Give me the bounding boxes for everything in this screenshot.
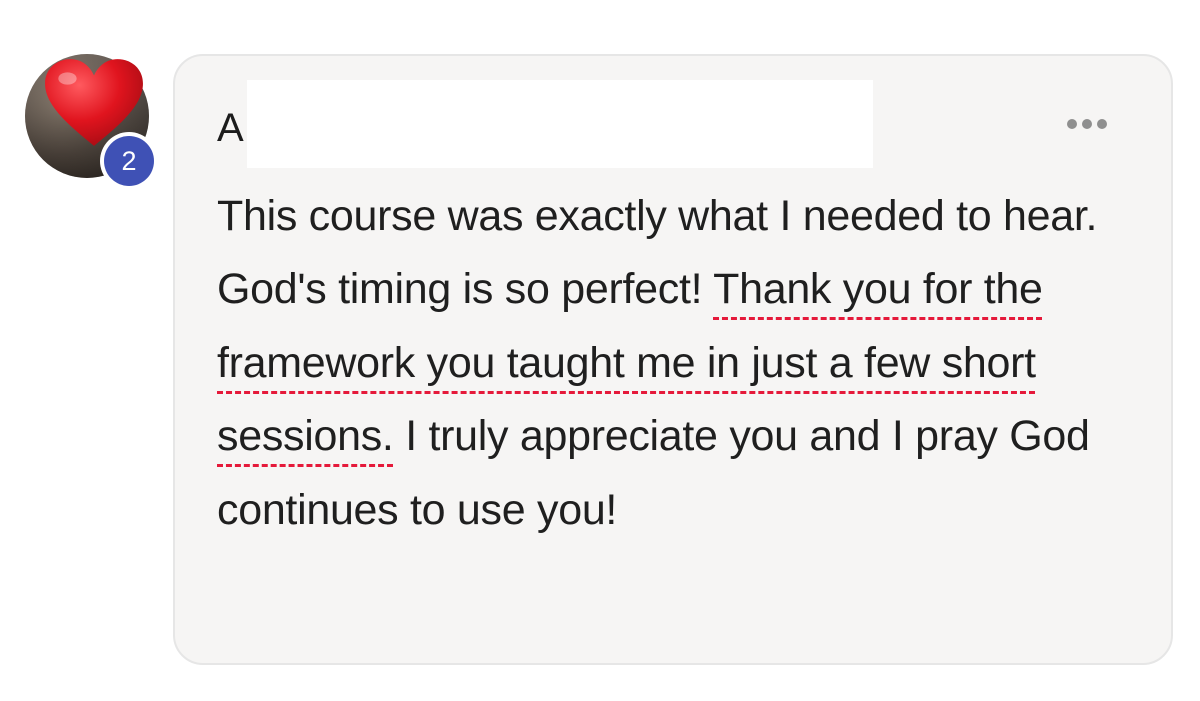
more-dot bbox=[1082, 119, 1092, 129]
comment-bubble: A This course was exactly what I needed … bbox=[173, 54, 1173, 665]
badge-count: 2 bbox=[104, 136, 154, 186]
author-name[interactable]: A bbox=[217, 100, 244, 156]
comment-text: This course was exactly what I needed to… bbox=[217, 180, 1117, 547]
more-dot bbox=[1097, 119, 1107, 129]
reaction-count-badge: 2 bbox=[100, 132, 158, 190]
redacted-author-name bbox=[247, 80, 873, 168]
more-options-icon[interactable] bbox=[1067, 119, 1107, 129]
comment-thread: 2 A This course was exactly what I neede… bbox=[0, 0, 1200, 701]
more-dot bbox=[1067, 119, 1077, 129]
